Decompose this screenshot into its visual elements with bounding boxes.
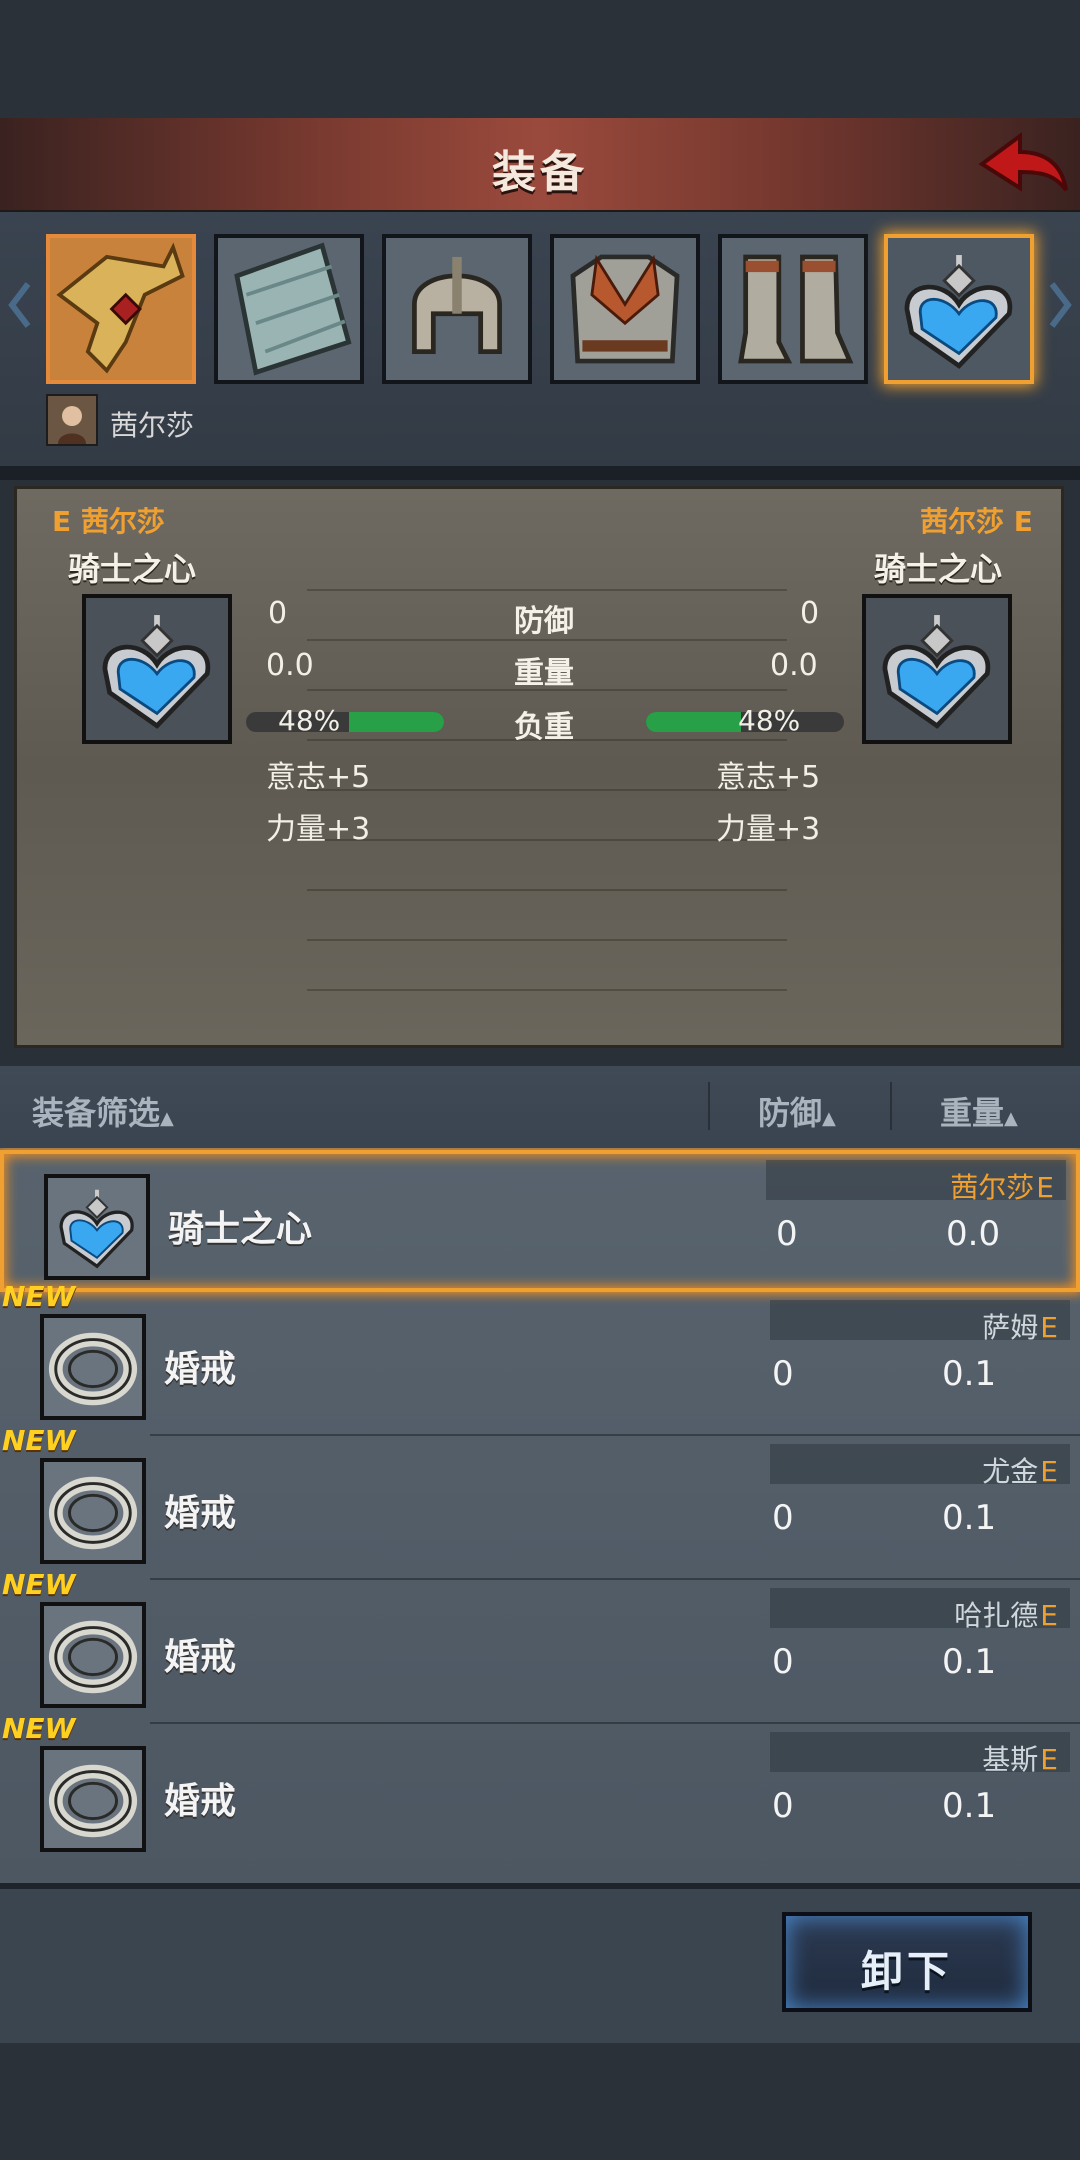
left-load-bar (246, 712, 444, 732)
load-label: 负重 (514, 710, 574, 745)
owner-label: 哈扎德E (954, 1599, 1058, 1632)
list-item[interactable]: 基斯E NEW 婚戒 0 0.1 (0, 1712, 1080, 1868)
owner-label: 茜尔莎E (950, 1171, 1054, 1204)
page-title: 装备 (492, 147, 588, 198)
scroll-right-icon[interactable] (1048, 280, 1072, 330)
ring-icon (48, 1476, 138, 1550)
left-bonus-1: 意志+5 (266, 760, 371, 795)
item-name: 骑士之心 (168, 1209, 313, 1250)
weight-value: 0.0 (946, 1214, 1001, 1254)
boots-icon (738, 254, 854, 364)
defense-label: 防御 (514, 604, 574, 639)
item-name: 婚戒 (164, 1781, 237, 1822)
heart-pendant-icon (102, 615, 211, 729)
sort-weight-button[interactable]: 重量▲ (940, 1088, 1018, 1134)
divider (890, 1082, 892, 1130)
unequip-button[interactable]: 卸下 (782, 1912, 1032, 2012)
left-load-percent: 48% (278, 704, 341, 737)
back-arrow-icon (978, 132, 1068, 192)
defense-sort-label: 防御 (758, 1094, 823, 1132)
ring-icon (48, 1620, 138, 1694)
owner-label: 基斯E (982, 1743, 1058, 1776)
filter-label: 装备筛选 (32, 1094, 161, 1132)
defense-value: 0 (772, 1786, 794, 1826)
new-badge: NEW (2, 1424, 76, 1457)
owner-label: 萨姆E (982, 1311, 1058, 1344)
sort-arrow-icon: ▲ (822, 1108, 836, 1129)
weight-value: 0.1 (942, 1354, 997, 1394)
right-defense-value: 0 (800, 596, 820, 631)
item-icon (40, 1602, 146, 1708)
boots-slot[interactable] (718, 234, 868, 384)
shield-slot[interactable] (214, 234, 364, 384)
armor-slot[interactable] (550, 234, 700, 384)
heart-pendant-icon (59, 1189, 134, 1269)
left-item-name: 骑士之心 (68, 550, 197, 588)
defense-value: 0 (772, 1354, 794, 1394)
helmet-slot[interactable] (382, 234, 532, 384)
weight-value: 0.1 (942, 1498, 997, 1538)
item-icon (40, 1746, 146, 1852)
accessory-slot[interactable] (884, 234, 1034, 384)
right-item-name: 骑士之心 (874, 550, 1003, 588)
new-badge: NEW (2, 1568, 76, 1601)
defense-value: 0 (772, 1642, 794, 1682)
new-badge: NEW (2, 1712, 76, 1745)
sort-arrow-icon: ▲ (160, 1108, 174, 1129)
left-item-icon (82, 594, 232, 744)
ring-icon (48, 1764, 138, 1838)
weight-value: 0.1 (942, 1786, 997, 1826)
weight-label: 重量 (514, 656, 574, 691)
list-item[interactable]: 哈扎德E NEW 婚戒 0 0.1 (0, 1568, 1080, 1724)
defense-value: 0 (772, 1498, 794, 1538)
left-weight-value: 0.0 (266, 648, 314, 683)
left-defense-value: 0 (268, 596, 288, 631)
right-load-percent: 48% (738, 704, 801, 737)
defense-value: 0 (776, 1214, 798, 1254)
left-owner-tag: E 茜尔莎 (52, 505, 165, 538)
right-item-icon (862, 594, 1012, 744)
right-owner-tag: 茜尔莎 E (920, 505, 1033, 538)
divider (708, 1082, 710, 1130)
chainmail-armor-icon (570, 254, 680, 364)
list-item[interactable]: 萨姆E NEW 婚戒 0 0.1 (0, 1280, 1080, 1436)
character-name: 茜尔莎 (110, 409, 195, 442)
sort-arrow-icon: ▲ (1004, 1108, 1018, 1129)
shield-icon (234, 242, 352, 376)
item-list: 茜尔莎E 骑士之心 0 0.0 萨姆E NEW 婚戒 0 0.1 尤金E NEW… (0, 1148, 1080, 1883)
heart-pendant-icon (904, 255, 1013, 369)
heart-pendant-icon (882, 615, 991, 729)
right-bonus-2: 力量+3 (716, 812, 821, 847)
avatar (46, 394, 98, 446)
scroll-left-icon[interactable] (8, 280, 32, 330)
left-bonus-2: 力量+3 (266, 812, 371, 847)
new-badge: NEW (2, 1280, 76, 1313)
header: 装备 (0, 118, 1080, 214)
item-name: 婚戒 (164, 1493, 237, 1534)
sort-defense-button[interactable]: 防御▲ (758, 1088, 836, 1134)
navigation-strip (0, 2043, 1080, 2160)
list-item[interactable]: 茜尔莎E 骑士之心 0 0.0 (0, 1150, 1080, 1292)
owner-label: 尤金E (982, 1455, 1058, 1488)
status-strip (0, 0, 1080, 118)
ring-icon (48, 1332, 138, 1406)
right-weight-value: 0.0 (770, 648, 818, 683)
sword-icon (50, 238, 192, 380)
character-portrait-icon (48, 396, 96, 444)
list-item[interactable]: 尤金E NEW 婚戒 0 0.1 (0, 1424, 1080, 1580)
divider (0, 466, 1080, 480)
item-icon (44, 1174, 150, 1280)
weight-sort-label: 重量 (940, 1094, 1005, 1132)
weapon-slot[interactable] (46, 234, 196, 384)
item-icon (40, 1314, 146, 1420)
item-name: 婚戒 (164, 1637, 237, 1678)
item-name: 婚戒 (164, 1349, 237, 1390)
unequip-button-label: 卸下 (860, 1947, 953, 1996)
right-bonus-1: 意志+5 (716, 760, 821, 795)
weight-value: 0.1 (942, 1642, 997, 1682)
filter-equipment-button[interactable]: 装备筛选▲ (32, 1088, 174, 1134)
item-icon (40, 1458, 146, 1564)
helmet-icon (412, 256, 502, 354)
back-button[interactable] (970, 124, 1070, 204)
